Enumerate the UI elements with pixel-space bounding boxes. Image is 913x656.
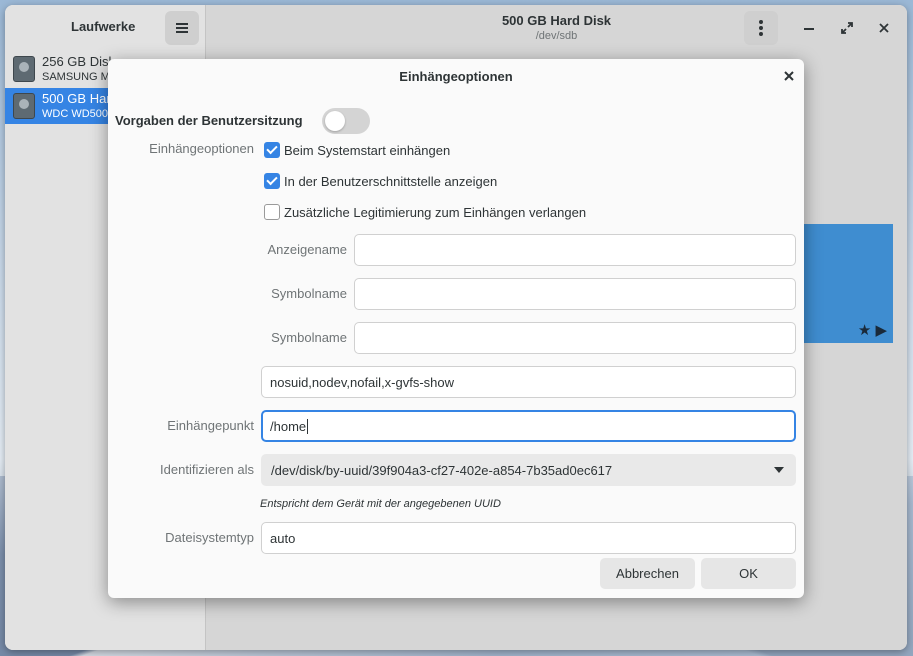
show-in-ui-label: In der Benutzerschnittstelle anzeigen — [284, 174, 498, 189]
drive-model: WDC WD500 — [42, 108, 109, 120]
star-icon: ★ — [857, 322, 872, 339]
filesystem-type-label: Dateisystemtyp — [165, 530, 254, 545]
require-auth-checkbox[interactable] — [264, 204, 280, 220]
volume-partition-block[interactable]: ★ ▶ — [796, 224, 893, 343]
minimize-icon — [804, 28, 814, 30]
identify-as-hint: Entspricht dem Gerät mit der angegebenen… — [260, 498, 501, 510]
dialog-close-button[interactable] — [784, 68, 794, 84]
show-in-ui-checkbox[interactable] — [264, 173, 280, 189]
volume-status-icons: ★ ▶ — [858, 321, 887, 339]
icon-name-input[interactable] — [354, 278, 796, 310]
ok-button[interactable]: OK — [701, 558, 796, 589]
cancel-button[interactable]: Abbrechen — [600, 558, 695, 589]
identify-as-value: /dev/disk/by-uuid/39f904a3-cf27-402e-a85… — [271, 462, 613, 478]
close-icon — [784, 71, 794, 81]
mount-options-input[interactable]: nosuid,nodev,nofail,x-gvfs-show — [261, 366, 796, 398]
identify-as-label: Identifizieren als — [160, 462, 254, 477]
menu-button[interactable] — [165, 11, 199, 45]
maximize-icon — [841, 22, 853, 34]
dropdown-arrow-icon — [774, 467, 784, 473]
symbolic-icon-input[interactable] — [354, 322, 796, 354]
session-defaults-label: Vorgaben der Benutzersitzung — [115, 113, 303, 128]
mount-point-input[interactable]: /home — [261, 410, 796, 442]
require-auth-label: Zusätzliche Legitimierung zum Einhängen … — [284, 205, 587, 220]
dialog-title: Einhängeoptionen — [399, 69, 513, 84]
text-caret — [307, 418, 309, 434]
hamburger-icon — [176, 23, 188, 33]
close-icon — [879, 23, 889, 33]
sidebar-title: Laufwerke — [71, 19, 136, 34]
display-name-input[interactable] — [354, 234, 796, 266]
display-name-label: Anzeigename — [267, 242, 348, 257]
symbolic-icon-label: Symbolname — [271, 330, 347, 345]
drive-model: SAMSUNG M — [42, 71, 110, 83]
mount-point-value: /home — [270, 418, 307, 434]
mount-options-dialog: Einhängeoptionen Vorgaben der Benutzersi… — [108, 59, 804, 598]
disk-icon — [13, 93, 35, 119]
sidebar-header: Laufwerke — [5, 5, 205, 51]
mount-at-startup-checkbox[interactable] — [264, 142, 280, 158]
minimize-button[interactable] — [800, 19, 818, 37]
maximize-button[interactable] — [838, 19, 856, 37]
disk-icon — [13, 56, 35, 82]
mount-options-label: Einhängeoptionen — [149, 141, 254, 156]
drive-options-button[interactable] — [744, 11, 778, 45]
identify-as-dropdown[interactable]: /dev/disk/by-uuid/39f904a3-cf27-402e-a85… — [261, 454, 796, 486]
session-defaults-toggle[interactable] — [322, 108, 370, 134]
filesystem-type-input[interactable]: auto — [261, 522, 796, 554]
header-bar: 500 GB Hard Disk /dev/sdb — [206, 5, 907, 51]
mount-point-label: Einhängepunkt — [167, 418, 254, 433]
mount-at-startup-label: Beim Systemstart einhängen — [284, 143, 451, 158]
icon-name-label: Symbolname — [271, 286, 347, 301]
kebab-menu-icon — [759, 20, 763, 36]
drive-name: 256 GB Disk — [42, 54, 115, 69]
play-icon: ▶ — [875, 322, 887, 339]
close-window-button[interactable] — [875, 19, 893, 37]
